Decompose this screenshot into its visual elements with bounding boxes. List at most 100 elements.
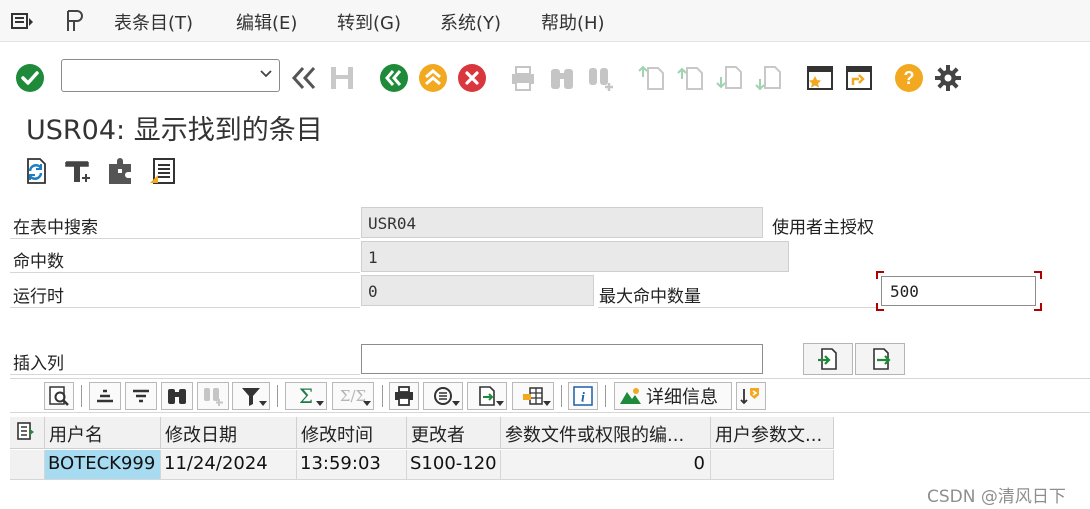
filter-button[interactable]	[232, 382, 270, 410]
alv-toolbar: Σ Σ/Σ i 详细信息	[10, 378, 1090, 413]
plugin-icon[interactable]	[104, 155, 136, 187]
sort-descending-icon	[133, 389, 149, 403]
information-button[interactable]: i	[568, 382, 598, 410]
cell-modified-date[interactable]: 11/24/2024	[161, 450, 297, 480]
dropdown-arrow-icon	[259, 401, 267, 406]
detail-info-button[interactable]: 详细信息	[614, 382, 732, 410]
find-button[interactable]	[161, 382, 193, 410]
focus-corner-marker	[876, 303, 884, 311]
cell-profile-auth[interactable]: 0	[501, 450, 711, 480]
cell-user-param[interactable]	[711, 450, 834, 480]
cell-changed-by[interactable]: S100-120	[407, 450, 501, 480]
hits-label: 命中数	[13, 252, 64, 272]
menu-item-help[interactable]: 帮助(H)	[541, 9, 605, 35]
focus-corner-marker	[876, 271, 884, 279]
collapse-left-icon[interactable]	[287, 62, 319, 94]
total-button[interactable]: Σ	[285, 382, 327, 410]
find-next-icon	[585, 62, 617, 94]
detail-info-label: 详细信息	[646, 387, 718, 408]
max-hits-input[interactable]: 500	[881, 276, 1036, 306]
binoculars-icon	[168, 389, 186, 404]
cell-username[interactable]: BOTECK999	[45, 450, 161, 480]
focus-corner-marker	[1034, 271, 1042, 279]
refresh-icon[interactable]	[18, 155, 50, 187]
magnifier-details-icon	[49, 386, 69, 406]
subtotal-button: Σ/Σ	[332, 382, 374, 410]
standard-toolbar: ?	[0, 43, 1090, 105]
hotspot-button[interactable]	[736, 382, 766, 410]
exchange-icon	[740, 388, 759, 405]
divider	[10, 307, 360, 308]
column-header-username[interactable]: 用户名	[45, 417, 161, 449]
details-button[interactable]	[44, 382, 74, 410]
detail-info-icon	[620, 388, 641, 404]
insert-column-input[interactable]	[361, 344, 763, 374]
page-title: USR04: 显示找到的条目	[26, 115, 323, 146]
find-next-button	[197, 382, 229, 410]
search-table-description: 使用者主授权	[772, 218, 874, 238]
sort-descending-button[interactable]	[125, 382, 157, 410]
search-table-field: USR04	[361, 207, 763, 238]
print-icon	[507, 62, 539, 94]
column-header-changed-by[interactable]: 更改者	[407, 417, 501, 449]
toolbar-separator	[382, 385, 383, 407]
menu-toggle-icon[interactable]	[10, 8, 36, 34]
layout-button[interactable]	[512, 382, 554, 410]
divider	[10, 374, 360, 375]
cancel-icon[interactable]	[456, 62, 488, 94]
insert-column-icon	[818, 348, 837, 370]
back-icon[interactable]	[378, 62, 410, 94]
create-shortcut-icon[interactable]	[804, 62, 836, 94]
dropdown-arrow-icon	[363, 401, 371, 406]
max-hits-label: 最大命中数量	[599, 287, 701, 307]
row-select-all[interactable]	[10, 417, 45, 449]
first-page-icon	[636, 62, 668, 94]
binoculars-plus-icon	[204, 388, 223, 406]
info-icon: i	[573, 386, 593, 406]
selection-options-icon[interactable]	[61, 155, 93, 187]
menu-bar: 表条目(T) 编辑(E) 转到(G) 系统(Y) 帮助(H)	[0, 0, 1090, 42]
save-icon	[326, 62, 358, 94]
settings-gear-icon[interactable]	[932, 62, 964, 94]
enter-icon[interactable]	[14, 62, 46, 94]
exit-icon[interactable]	[417, 62, 449, 94]
insert-column-label: 插入列	[13, 354, 64, 374]
help-icon[interactable]: ?	[893, 62, 925, 94]
toolbar-separator	[81, 385, 82, 407]
sort-ascending-button[interactable]	[89, 382, 121, 410]
column-header-modified-time[interactable]: 修改时间	[297, 417, 407, 449]
cell-modified-time[interactable]: 13:59:03	[297, 450, 407, 480]
menu-item-table-entry[interactable]: 表条目(T)	[114, 9, 193, 35]
previous-page-icon	[675, 62, 707, 94]
column-header-modified-date[interactable]: 修改日期	[161, 417, 297, 449]
print-preview-button[interactable]	[389, 382, 419, 410]
dropdown-arrow-icon	[543, 401, 551, 406]
sum-icon: Σ	[298, 384, 314, 408]
command-field[interactable]	[61, 59, 280, 92]
focus-corner-marker	[1034, 303, 1042, 311]
export-button[interactable]	[467, 382, 507, 410]
list-export-icon[interactable]	[147, 155, 179, 187]
views-icon	[434, 387, 452, 405]
menu-item-system[interactable]: 系统(Y)	[440, 9, 501, 35]
divider	[10, 272, 360, 273]
open-new-session-icon[interactable]	[843, 62, 875, 94]
remove-column-button[interactable]	[855, 343, 905, 375]
printer-icon	[395, 386, 413, 406]
find-icon	[546, 62, 578, 94]
sort-ascending-icon	[97, 389, 113, 403]
next-page-icon	[714, 62, 746, 94]
column-header-user-param[interactable]: 用户参数文...	[711, 417, 834, 449]
insert-column-button[interactable]	[803, 343, 853, 375]
row-selector[interactable]	[10, 450, 45, 480]
column-header-profile-auth[interactable]: 参数文件或权限的编...	[501, 417, 711, 449]
menu-item-edit[interactable]: 编辑(E)	[236, 9, 297, 35]
customize-layout-icon[interactable]	[63, 8, 89, 34]
toolbar-separator	[561, 385, 562, 407]
views-button[interactable]	[423, 382, 463, 410]
divider	[10, 238, 360, 239]
dropdown-arrow-icon	[496, 401, 504, 406]
svg-text:i: i	[581, 391, 585, 406]
select-all-icon	[17, 422, 34, 440]
menu-item-goto[interactable]: 转到(G)	[337, 9, 401, 35]
